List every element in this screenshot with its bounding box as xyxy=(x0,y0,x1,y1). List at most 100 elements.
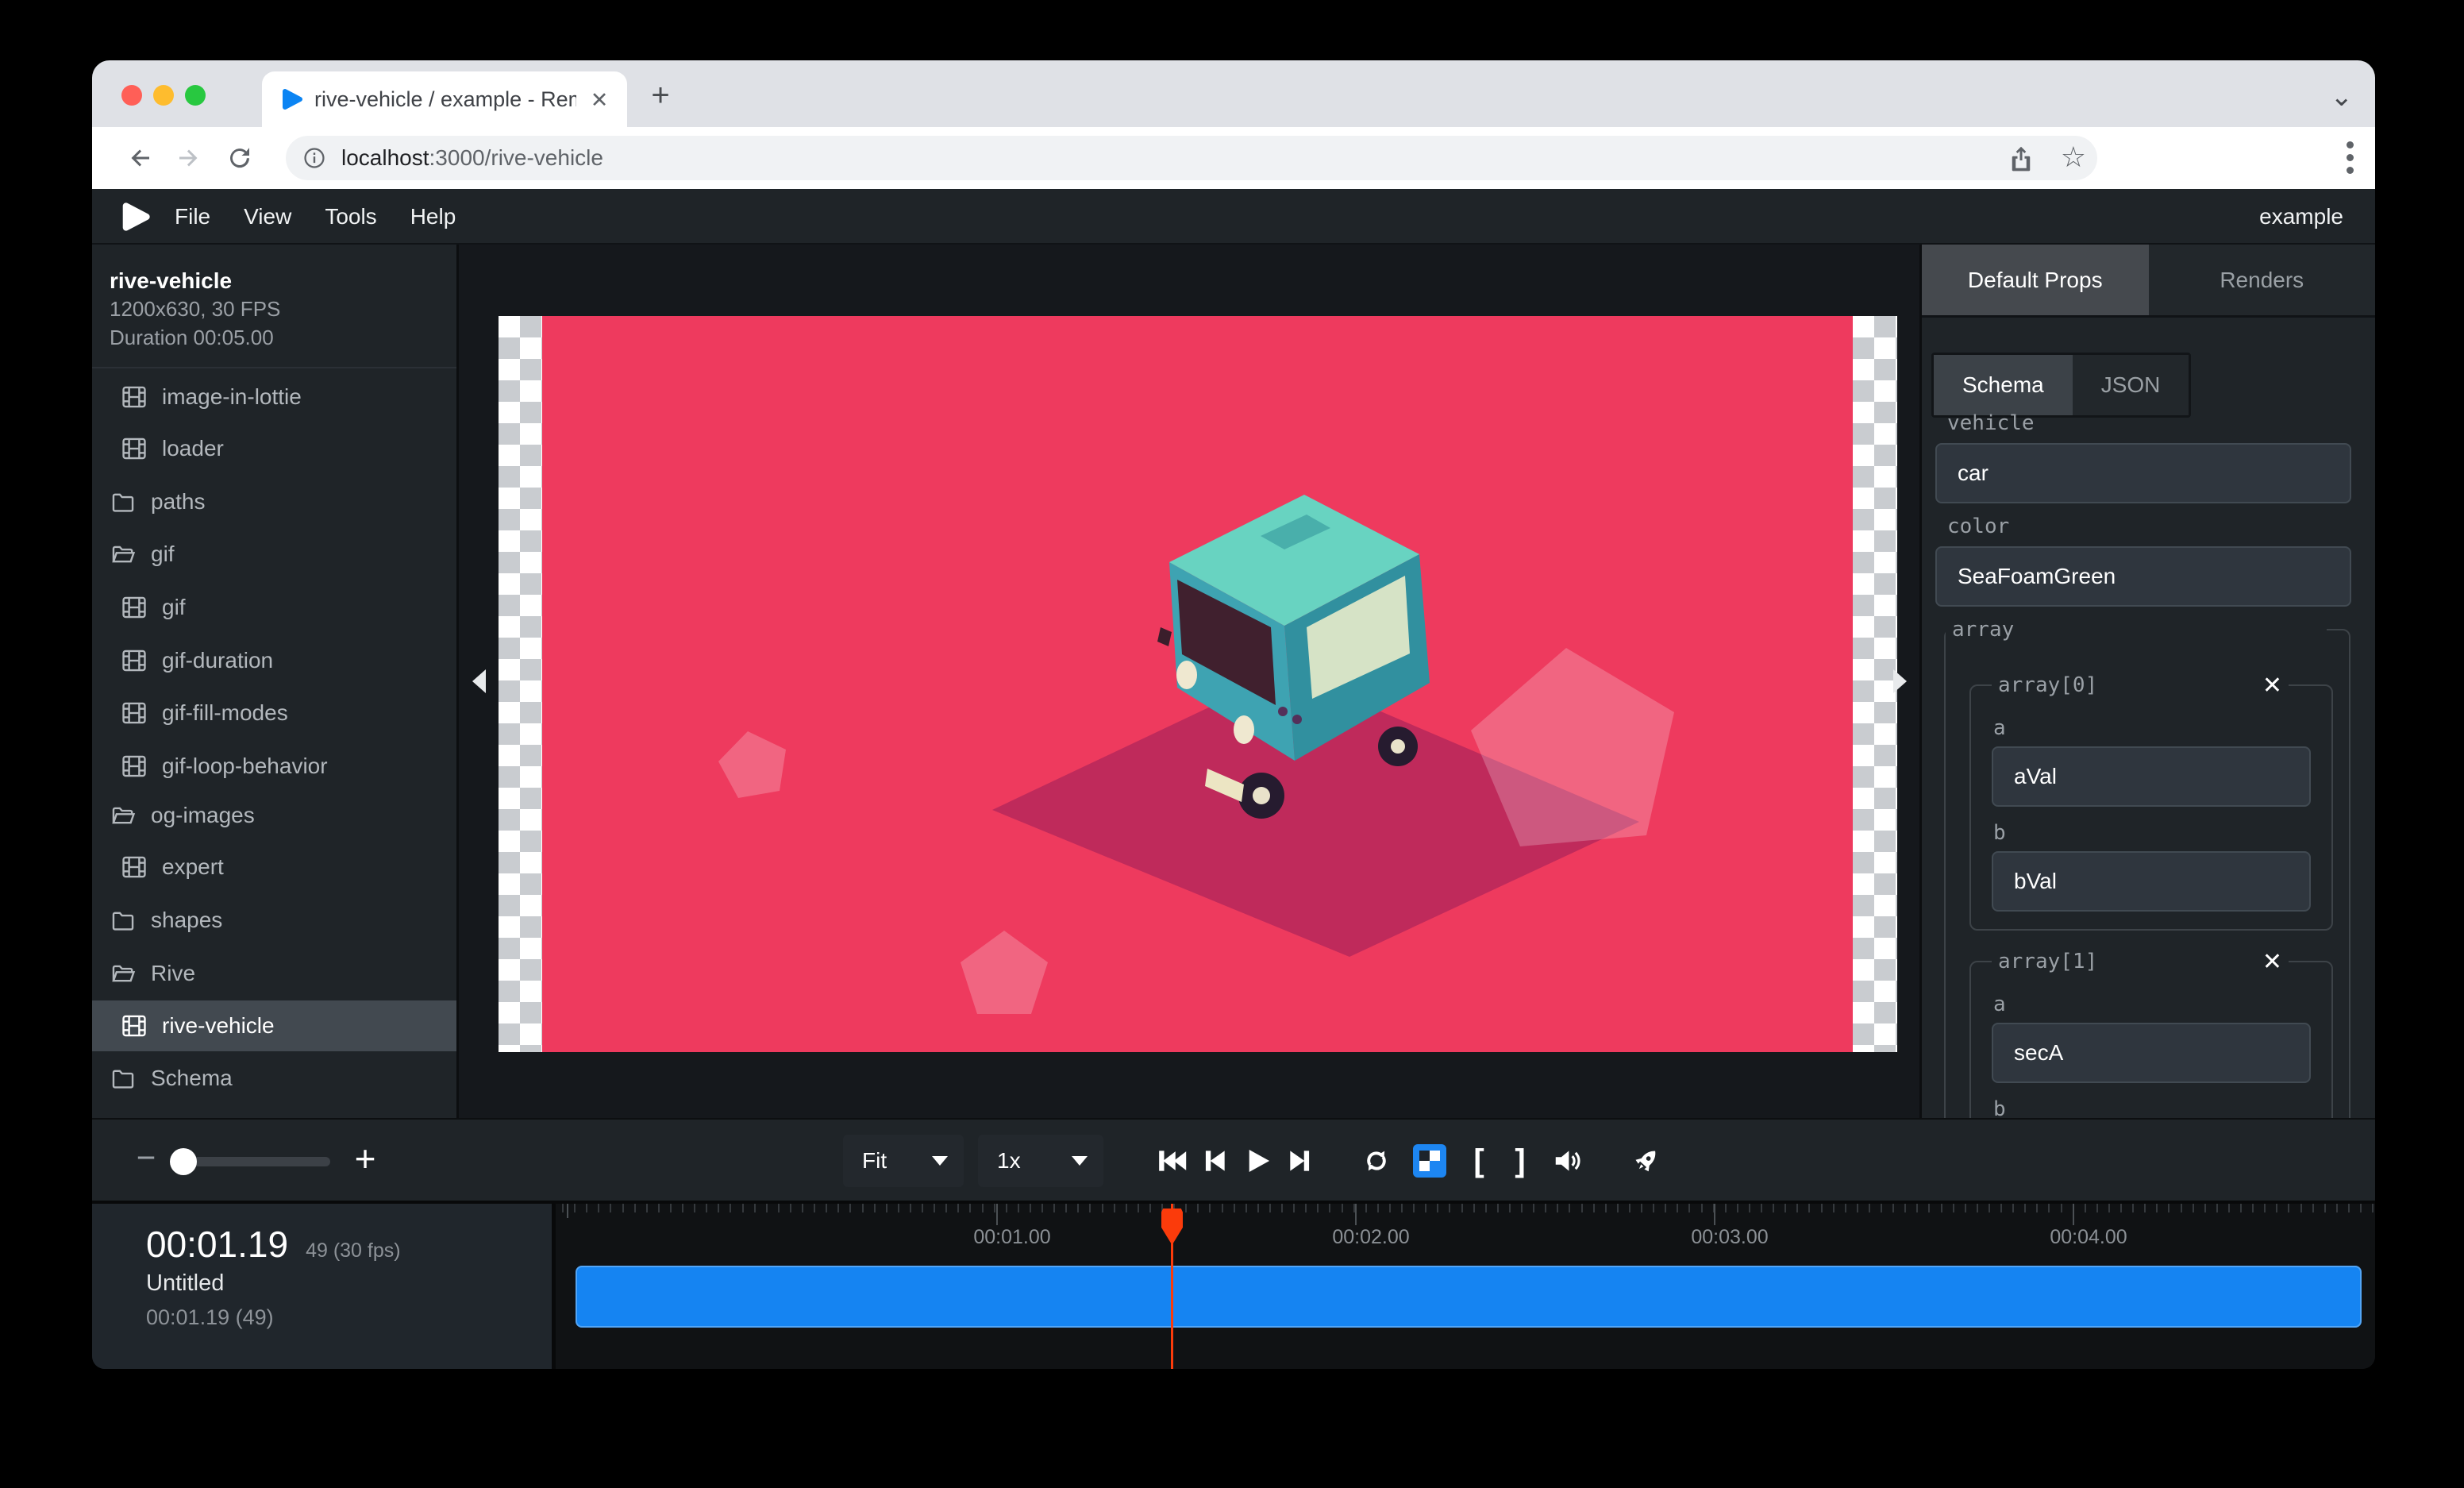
traffic-close-button[interactable] xyxy=(121,85,142,106)
prop-input-a[interactable]: secA xyxy=(1992,1023,2311,1083)
ruler-tick xyxy=(1761,1204,1762,1212)
ruler-tick xyxy=(1461,1204,1463,1212)
speed-select[interactable]: 1x xyxy=(978,1135,1103,1187)
film-icon xyxy=(121,384,148,411)
tab-title: rive-vehicle / example - Remot xyxy=(314,87,576,113)
sidebar-item-paths[interactable]: paths xyxy=(92,476,456,527)
sidebar-item-rive[interactable]: Rive xyxy=(92,948,456,999)
ruler-tick xyxy=(706,1204,707,1212)
browser-menu-icon[interactable] xyxy=(2347,141,2354,175)
prop-input-b[interactable]: bVal xyxy=(1992,851,2311,912)
prop-input-color[interactable]: SeaFoamGreen xyxy=(1935,546,2351,607)
sidebar-item-label: paths xyxy=(151,489,206,515)
ruler-tick xyxy=(1916,1204,1918,1212)
tab-renders[interactable]: Renders xyxy=(2149,245,2376,315)
collapse-panel-icon[interactable] xyxy=(1893,669,1907,693)
remove-array-item-icon[interactable]: ✕ xyxy=(2262,948,2282,976)
prop-input-vehicle[interactable]: car xyxy=(1935,443,2351,503)
ruler-tick xyxy=(754,1204,756,1212)
collapse-sidebar-icon[interactable] xyxy=(472,669,486,693)
sidebar-divider xyxy=(92,367,456,368)
ruler-tick xyxy=(742,1204,744,1212)
array-item-fieldset: array[0]✕aaValbbVal xyxy=(1969,673,2333,931)
prop-label-vehicle: vehicle xyxy=(1947,411,2375,435)
ruler-tick xyxy=(646,1204,648,1212)
menu-file[interactable]: File xyxy=(175,204,210,229)
jump-to-start-button[interactable] xyxy=(1154,1143,1189,1178)
ruler-tick xyxy=(2276,1204,2277,1212)
ruler-tick xyxy=(2144,1204,2146,1212)
sidebar-item-label: gif-fill-modes xyxy=(162,700,288,726)
ruler-tick xyxy=(1365,1204,1367,1212)
next-frame-button[interactable] xyxy=(1283,1143,1318,1178)
browser-tab[interactable]: rive-vehicle / example - Remot ✕ xyxy=(262,71,627,127)
rocket-icon[interactable] xyxy=(1629,1143,1664,1178)
prop-input-a[interactable]: aVal xyxy=(1992,746,2311,807)
back-icon[interactable] xyxy=(125,144,154,172)
in-point-button[interactable]: [ xyxy=(1467,1143,1491,1179)
sidebar-item-loader[interactable]: loader xyxy=(92,423,456,474)
zoom-slider-knob[interactable] xyxy=(170,1148,197,1175)
remove-array-item-icon[interactable]: ✕ xyxy=(2262,672,2282,700)
array-fieldset: array array[0]✕aaValbbValarray[1]✕asecAb xyxy=(1944,618,2350,1118)
ruler-tick xyxy=(1892,1204,1894,1212)
composition-preview xyxy=(499,316,1897,1052)
menu-help[interactable]: Help xyxy=(410,204,456,229)
ruler-tick xyxy=(1053,1204,1055,1212)
remotion-logo-icon[interactable] xyxy=(121,202,151,232)
transparency-toggle-button[interactable] xyxy=(1413,1144,1446,1178)
site-info-icon[interactable] xyxy=(302,145,327,171)
folder-open-icon xyxy=(110,541,137,568)
timeline-track-area[interactable]: 00:01.0000:02.0000:03.0000:04.00 xyxy=(556,1204,2375,1369)
menu-view[interactable]: View xyxy=(244,204,291,229)
share-icon[interactable] xyxy=(2007,144,2035,172)
ruler-tick xyxy=(1869,1204,1870,1212)
new-tab-button[interactable]: + xyxy=(643,79,678,114)
sidebar-item-shapes[interactable]: shapes xyxy=(92,895,456,946)
ruler-tick xyxy=(1114,1204,1115,1212)
ruler-tick xyxy=(2372,1204,2374,1212)
playhead-handle[interactable] xyxy=(1161,1209,1183,1245)
bookmark-star-icon[interactable]: ☆ xyxy=(2061,141,2086,174)
tab-close-icon[interactable]: ✕ xyxy=(586,87,613,114)
tab-search-chevron-icon[interactable]: ⌄ xyxy=(2331,81,2354,113)
browser-tab-strip: rive-vehicle / example - Remot ✕ + ⌄ xyxy=(92,60,2375,127)
sidebar-item-label: Rive xyxy=(151,961,195,986)
ruler-tick xyxy=(1965,1204,1966,1212)
sidebar-item-og-images[interactable]: og-images xyxy=(92,790,456,841)
zoom-in-button[interactable]: + xyxy=(348,1137,383,1180)
size-select[interactable]: Fit xyxy=(843,1135,964,1187)
ruler-tick xyxy=(1641,1204,1642,1212)
tab-default-props[interactable]: Default Props xyxy=(1922,245,2149,315)
sidebar-item-label: loader xyxy=(162,436,224,461)
ruler-tick xyxy=(1485,1204,1487,1212)
traffic-minimize-button[interactable] xyxy=(153,85,174,106)
ruler-tick xyxy=(2120,1204,2122,1212)
zoom-out-button[interactable]: − xyxy=(130,1139,162,1177)
previous-frame-button[interactable] xyxy=(1197,1143,1232,1178)
sidebar-item-schema[interactable]: Schema xyxy=(92,1053,456,1104)
out-point-button[interactable]: ] xyxy=(1508,1143,1532,1179)
menu-tools[interactable]: Tools xyxy=(325,204,376,229)
ruler-tick xyxy=(1593,1204,1595,1212)
forward-icon[interactable] xyxy=(175,144,203,172)
sidebar-item-gif-fill-modes[interactable]: gif-fill-modes xyxy=(92,688,456,738)
ruler-tick-second xyxy=(1714,1204,1715,1225)
sidebar-item-gif-loop-behavior[interactable]: gif-loop-behavior xyxy=(92,741,456,792)
volume-icon[interactable] xyxy=(1550,1143,1584,1178)
sidebar-item-expert[interactable]: expert xyxy=(92,842,456,892)
url-omnibox[interactable]: localhost:3000/rive-vehicle ☆ xyxy=(286,136,2097,180)
traffic-zoom-button[interactable] xyxy=(185,85,206,106)
sidebar-item-gif[interactable]: gif xyxy=(92,582,456,633)
sidebar-item-gif-duration[interactable]: gif-duration xyxy=(92,635,456,686)
sidebar-item-label: image-in-lottie xyxy=(162,384,302,410)
reload-icon[interactable] xyxy=(225,144,254,172)
sidebar-item-image-in-lottie[interactable]: image-in-lottie xyxy=(92,372,456,422)
ruler-tick xyxy=(1065,1204,1067,1212)
sidebar-item-rive-vehicle[interactable]: rive-vehicle xyxy=(92,1000,456,1051)
sidebar-item-label: gif xyxy=(151,542,175,567)
loop-toggle-icon[interactable] xyxy=(1359,1143,1394,1178)
play-button[interactable] xyxy=(1240,1143,1275,1178)
timeline-track-bar[interactable] xyxy=(576,1266,2362,1328)
sidebar-item-gif[interactable]: gif xyxy=(92,529,456,580)
